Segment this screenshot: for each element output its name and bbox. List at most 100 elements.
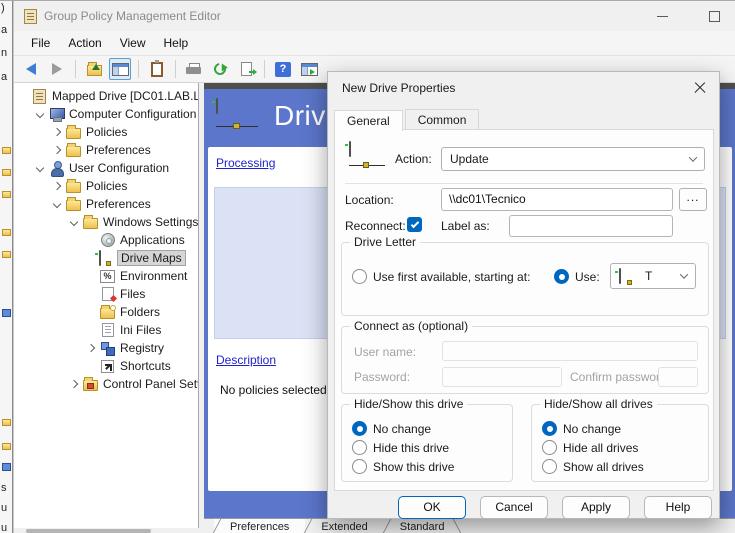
expander-cell[interactable]	[50, 183, 64, 189]
expander-cell[interactable]	[84, 345, 98, 351]
tree-item-preferences[interactable]: Preferences	[14, 141, 198, 159]
expander-cell[interactable]	[50, 201, 64, 207]
bottom-tab-extended[interactable]: Extended	[305, 519, 383, 533]
ok-button[interactable]: OK	[398, 496, 466, 519]
label-as-input[interactable]	[509, 215, 673, 237]
background-blue-icon	[2, 463, 11, 471]
background-folder-icon	[2, 229, 11, 236]
show-all-drives-radio[interactable]: Show all drives	[542, 459, 644, 474]
location-label: Location:	[345, 193, 394, 207]
confirm-password-label: Confirm password:	[570, 370, 670, 384]
drive-box	[619, 268, 621, 284]
tree-item-computer-configuration[interactable]: Computer Configuration	[14, 105, 198, 123]
tree-item-icon	[81, 216, 100, 229]
expander-cell[interactable]	[50, 129, 64, 135]
help-button[interactable]: Help	[644, 496, 712, 519]
menu-item-action[interactable]: Action	[59, 33, 110, 53]
toolbar-separator	[175, 60, 176, 78]
menu-item-view[interactable]: View	[111, 33, 155, 53]
forward-button[interactable]	[46, 58, 68, 80]
expander-cell[interactable]	[67, 381, 81, 387]
expander-cell[interactable]	[67, 219, 81, 225]
apply-button[interactable]: Apply	[562, 496, 630, 519]
tree-item-control-panel-setting[interactable]: Control Panel Setting	[14, 375, 198, 393]
dialog-tab-common[interactable]: Common	[405, 109, 480, 131]
tree-item-files[interactable]: Files	[14, 285, 198, 303]
maximize-button[interactable]	[703, 5, 725, 27]
hide-all-drives-radio[interactable]: Hide all drives	[542, 440, 638, 455]
menu-item-help[interactable]: Help	[155, 33, 198, 53]
password-label: Password:	[354, 370, 410, 384]
hide-this-drive-label: Hide this drive	[373, 441, 449, 455]
hide-show-this-drive-group: Hide/Show this drive No changeHide this …	[341, 404, 513, 482]
tree-horizontal-scrollbar[interactable]	[14, 528, 199, 533]
hide-show-all-drives-group: Hide/Show all drives No changeHide all d…	[531, 404, 709, 482]
export-list-button[interactable]	[235, 58, 257, 80]
dialog-tab-general[interactable]: General	[334, 110, 403, 131]
help-button[interactable]: ?	[272, 58, 294, 80]
show-this-drive-label: Show this drive	[373, 460, 454, 474]
bottom-tab-preferences[interactable]: Preferences	[214, 519, 305, 533]
scrollbar-thumb[interactable]	[26, 529, 151, 533]
tree-item-environment[interactable]: %Environment	[14, 267, 198, 285]
reconnect-checkbox[interactable]	[407, 217, 422, 232]
expander-cell[interactable]	[50, 147, 64, 153]
browse-button[interactable]: ...	[679, 188, 707, 211]
tree-item-preferences[interactable]: Preferences	[14, 195, 198, 213]
show-this-drive-radio[interactable]: Show this drive	[352, 459, 454, 474]
new-window-button[interactable]	[298, 58, 320, 80]
processing-link[interactable]: Processing	[216, 156, 275, 170]
cancel-button[interactable]: Cancel	[480, 496, 548, 519]
folder-icon	[66, 200, 81, 211]
clipboard-button[interactable]	[146, 58, 168, 80]
tree-item-windows-settings[interactable]: Windows Settings	[14, 213, 198, 231]
background-text-fragment: s	[1, 482, 7, 494]
tree-item-registry[interactable]: Registry	[14, 339, 198, 357]
bottom-tab-standard[interactable]: Standard	[384, 519, 461, 533]
no-change-label: No change	[373, 422, 431, 436]
expander-cell[interactable]	[33, 165, 47, 171]
tree-item-shortcuts[interactable]: Shortcuts	[14, 357, 198, 375]
tree-item-mapped-drive-dc01-lab-loca[interactable]: Mapped Drive [DC01.LAB.LOCA	[14, 87, 198, 105]
location-input[interactable]: \\dc01\Tecnico	[441, 188, 673, 211]
refresh-button[interactable]	[209, 58, 231, 80]
print-button[interactable]	[183, 58, 205, 80]
hide-this-drive-radio[interactable]: Hide this drive	[352, 440, 449, 455]
use-radio[interactable]: Use:	[554, 269, 600, 284]
action-select[interactable]: Update	[441, 147, 705, 171]
drive-letter-select[interactable]: T	[610, 263, 696, 289]
tree-item-policies[interactable]: Policies	[14, 123, 198, 141]
no-change-radio[interactable]: No change	[352, 421, 431, 436]
drive-letter-value: T	[645, 269, 652, 283]
back-button[interactable]	[20, 58, 42, 80]
folder-up-button[interactable]	[83, 58, 105, 80]
chevron-down-icon	[680, 270, 688, 278]
minimize-button[interactable]	[651, 5, 673, 27]
tree-item-applications[interactable]: Applications	[14, 231, 198, 249]
description-link[interactable]: Description	[216, 353, 276, 367]
tree-item-label: Shortcuts	[117, 359, 174, 373]
computer-icon	[49, 108, 65, 121]
radio-icon	[554, 269, 569, 284]
tree-item-policies[interactable]: Policies	[14, 177, 198, 195]
reconnect-label: Reconnect:	[345, 219, 406, 233]
console-tree: Mapped Drive [DC01.LAB.LOCAComputer Conf…	[14, 83, 199, 533]
expander-cell[interactable]	[33, 111, 47, 117]
console-tree-button[interactable]	[109, 58, 131, 80]
close-icon[interactable]	[691, 79, 709, 97]
export-list-icon	[241, 62, 252, 76]
no-change-radio[interactable]: No change	[542, 421, 621, 436]
tree-item-ini-files[interactable]: Ini Files	[14, 321, 198, 339]
tree-item-label: Drive Maps	[117, 250, 186, 266]
maximize-icon	[709, 11, 720, 22]
tree-item-icon	[64, 126, 83, 139]
tree-item-label: Files	[117, 287, 148, 301]
general-tab-page: Action: Update Location: \\dc01\Tecnico …	[334, 129, 714, 491]
use-first-available-radio[interactable]: Use first available, starting at:	[352, 269, 530, 284]
tree-item-folders[interactable]: Folders	[14, 303, 198, 321]
tree-item-user-configuration[interactable]: User Configuration	[14, 159, 198, 177]
tree-item-drive-maps[interactable]: Drive Maps	[14, 249, 198, 267]
chevron-down-icon	[53, 200, 61, 208]
menu-item-file[interactable]: File	[22, 33, 59, 53]
radio-icon	[542, 440, 557, 455]
